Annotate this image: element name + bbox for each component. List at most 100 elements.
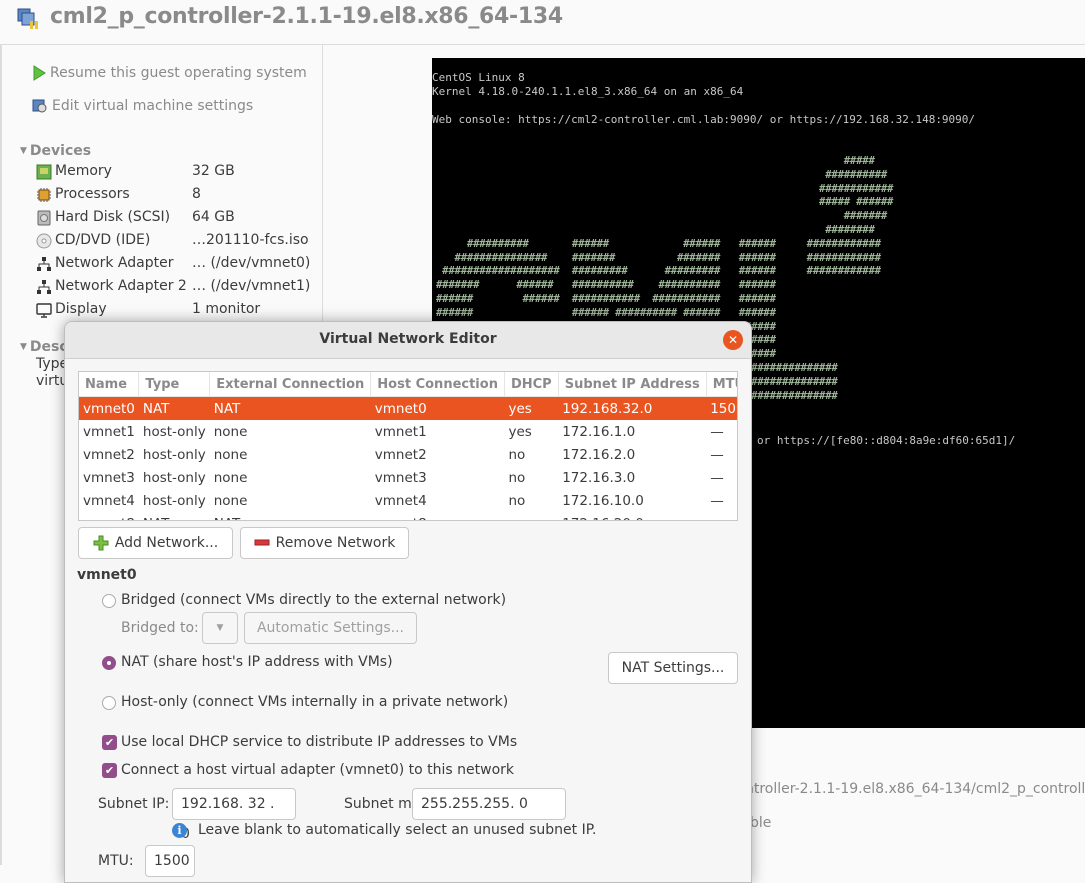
info-icon: i — [172, 823, 187, 838]
devices-section-header[interactable]: ▼ Devices — [20, 143, 91, 159]
close-icon[interactable]: ✕ — [723, 330, 743, 350]
vm-settings-icon — [32, 99, 47, 113]
table-row[interactable]: vmnet1 host-only none vmnet1 yes 172.16.1.0 — — [79, 420, 737, 443]
nat-settings-button[interactable]: NAT Settings... — [608, 652, 738, 684]
cell-host: vmnet8 — [371, 512, 505, 521]
table-row[interactable]: vmnet2 host-only none vmnet2 no 172.16.2.0 — — [79, 443, 737, 466]
subnet-ip-label: Subnet IP: — [98, 796, 170, 812]
mtu-field[interactable]: 1500 — [145, 845, 195, 877]
console-text: CentOS Linux 8 Kernel 4.18.0-240.1.1.el8… — [432, 71, 976, 126]
subnet-hint: Leave blank to automatically select an u… — [198, 822, 597, 838]
cell-mtu: — — [710, 469, 724, 486]
network-table: Name Type External Connection Host Conne… — [78, 371, 738, 521]
cell-host: vmnet0 — [370, 396, 505, 420]
window-titlebar: cml2_p_controller-2.1.1-19.el8.x86_64-13… — [0, 0, 1085, 45]
cell-dhcp: no — [508, 492, 526, 509]
column-header-dhcp[interactable]: DHCP — [504, 372, 559, 397]
vm-status-text: ble — [750, 815, 772, 831]
vm-icon — [17, 8, 38, 29]
cell-subnet: 172.16.10.0 — [562, 492, 644, 509]
table-row[interactable]: vmnet8NATNATvmnet8172.16.20.0 — [79, 512, 737, 521]
device-hard-disk[interactable]: Hard Disk (SCSI) 64 GB — [36, 207, 326, 229]
network-icon — [37, 280, 51, 294]
collapse-triangle-icon: ▼ — [20, 342, 27, 352]
cell-mtu: 1500 — [706, 396, 737, 420]
network-icon — [37, 257, 51, 271]
edit-vm-settings-link[interactable]: Edit virtual machine settings — [32, 98, 253, 114]
cell-subnet: 172.16.1.0 — [562, 423, 636, 440]
nat-label: NAT (share host's IP address with VMs) — [121, 654, 393, 670]
column-header-mtu[interactable]: MTU — [706, 372, 737, 397]
cell-dhcp — [504, 512, 558, 520]
bridged-to-label: Bridged to: — [121, 620, 199, 636]
cell-dhcp: yes — [508, 423, 532, 440]
virtual-network-editor-dialog: Virtual Network Editor ✕ Name Type Exter… — [64, 321, 752, 883]
remove-network-button[interactable]: Remove Network — [240, 527, 409, 559]
nat-radio[interactable] — [102, 656, 116, 670]
cell-host: vmnet3 — [374, 469, 427, 486]
cell-mtu: — — [710, 446, 724, 463]
play-icon — [33, 65, 46, 81]
cell-type: NAT — [138, 396, 210, 420]
table-row[interactable]: vmnet3 host-only none vmnet3 no 172.16.3.0 — — [79, 466, 737, 489]
device-display[interactable]: Display 1 monitor — [36, 299, 326, 321]
device-memory[interactable]: Memory 32 GB — [36, 161, 326, 183]
automatic-settings-button[interactable]: Automatic Settings... — [244, 612, 417, 644]
device-processors[interactable]: Processors 8 — [36, 184, 326, 206]
device-cd-dvd[interactable]: CD/DVD (IDE) …201110-fcs.iso — [36, 230, 326, 252]
vm-config-path: ntroller-2.1.1-19.el8.x86_64-134/cml2_p_… — [745, 781, 1085, 797]
plus-icon — [93, 535, 109, 551]
cell-name: vmnet2 — [83, 446, 135, 463]
host-adapter-checkbox[interactable]: ✔ — [102, 763, 117, 778]
column-header-subnet[interactable]: Subnet IP Address — [558, 372, 707, 397]
host-only-radio[interactable] — [102, 696, 116, 710]
edit-vm-settings-label: Edit virtual machine settings — [52, 98, 254, 114]
column-header-host[interactable]: Host Connection — [370, 372, 505, 397]
bridged-radio[interactable] — [102, 594, 116, 608]
cell-host: vmnet1 — [374, 423, 427, 440]
cell-subnet: 172.16.3.0 — [562, 469, 636, 486]
minus-icon — [254, 539, 270, 546]
description-section-header[interactable]: ▼ Desc — [20, 339, 68, 355]
cell-external: none — [213, 446, 248, 463]
cell-type: host-only — [142, 446, 206, 463]
cell-name: vmnet4 — [83, 492, 135, 509]
column-header-external[interactable]: External Connection — [209, 372, 372, 397]
cell-subnet: 172.16.20.0 — [558, 512, 706, 521]
collapse-triangle-icon: ▼ — [20, 146, 27, 156]
table-row[interactable]: vmnet0NATNATvmnet0yes192.168.32.01500 — [79, 396, 737, 420]
subnet-mask-field[interactable]: 255.255.255. 0 — [412, 788, 566, 820]
dialog-header: Virtual Network Editor ✕ — [65, 322, 751, 359]
host-adapter-label: Connect a host virtual adapter (vmnet0) … — [121, 762, 515, 778]
memory-icon — [36, 164, 52, 180]
device-network-adapter[interactable]: Network Adapter … (/dev/vmnet0) — [36, 253, 326, 275]
selected-network-heading: vmnet0 — [77, 567, 137, 583]
cell-name: vmnet8 — [79, 512, 139, 521]
dhcp-label: Use local DHCP service to distribute IP … — [121, 734, 518, 750]
resume-guest-link[interactable]: Resume this guest operating system — [32, 65, 307, 81]
console-ipv6-line: or https://[fe80::d804:8a9e:df60:65d1]/ — [757, 434, 1016, 447]
subnet-ip-field[interactable]: 192.168. 32 . 0 — [172, 788, 296, 842]
column-header-name[interactable]: Name — [79, 372, 140, 397]
chevron-down-icon: ▼ — [216, 623, 224, 633]
device-network-adapter-2[interactable]: Network Adapter 2 … (/dev/vmnet1) — [36, 276, 326, 298]
cell-external: none — [213, 423, 248, 440]
cell-dhcp: yes — [504, 396, 559, 420]
cell-type: host-only — [142, 469, 206, 486]
cell-dhcp: no — [508, 446, 526, 463]
cell-type: host-only — [142, 423, 206, 440]
bridged-to-dropdown[interactable]: ▼ — [202, 612, 238, 644]
cell-name: vmnet0 — [79, 396, 139, 420]
dhcp-checkbox[interactable]: ✔ — [102, 735, 117, 750]
cell-mtu: — — [710, 492, 724, 509]
cell-name: vmnet3 — [83, 469, 135, 486]
cell-external: none — [213, 492, 248, 509]
hard-disk-icon — [37, 210, 51, 226]
column-header-type[interactable]: Type — [138, 372, 211, 397]
table-row[interactable]: vmnet4 host-only none vmnet4 no 172.16.10.0 — — [79, 489, 737, 512]
window-title: cml2_p_controller-2.1.1-19.el8.x86_64-13… — [50, 4, 563, 29]
add-network-button[interactable]: Add Network... — [78, 527, 233, 559]
cell-dhcp: no — [508, 469, 526, 486]
cell-subnet: 172.16.2.0 — [562, 446, 636, 463]
mtu-label: MTU: — [98, 853, 134, 869]
